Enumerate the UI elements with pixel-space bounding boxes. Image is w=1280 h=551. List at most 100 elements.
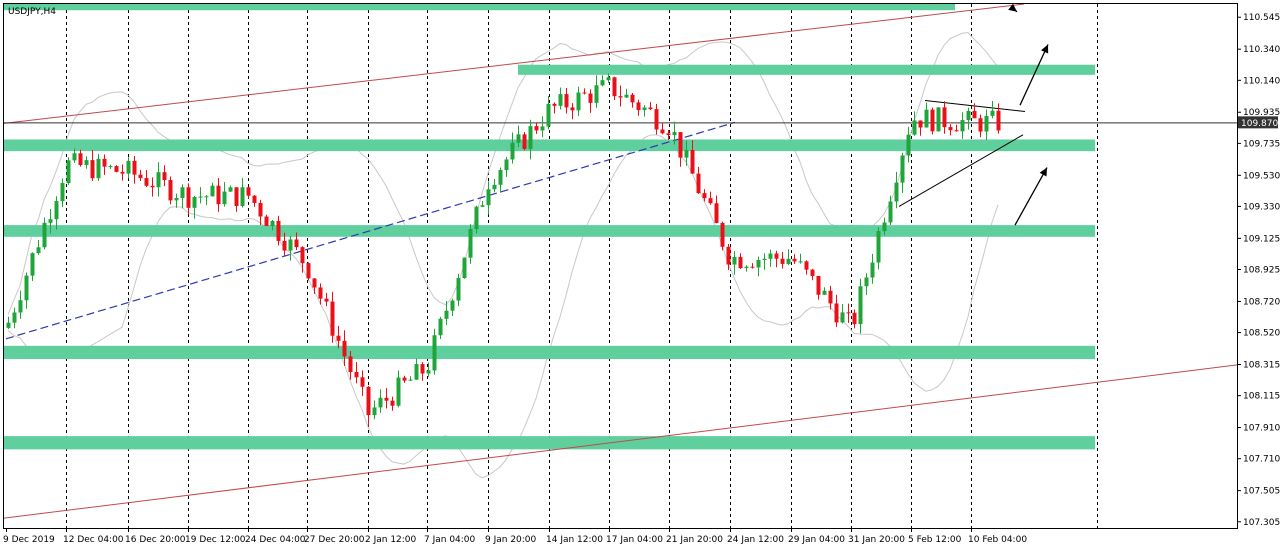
candle-body — [546, 103, 551, 127]
candle-body — [864, 277, 869, 287]
candle-body — [408, 379, 413, 381]
candle-body — [414, 364, 419, 380]
candle-body — [306, 263, 311, 279]
sr-zone — [4, 139, 1095, 152]
candle-body — [768, 253, 773, 259]
candle-body — [738, 257, 743, 269]
candle-body — [168, 180, 173, 201]
candle-body — [318, 287, 323, 299]
candle-body — [840, 312, 845, 323]
candle-body — [852, 312, 857, 325]
y-tick-label: 108.520 — [1243, 329, 1280, 339]
candle-body — [30, 253, 35, 276]
candle-body — [984, 115, 989, 132]
candle-body — [156, 172, 161, 188]
x-tick-label: 9 Dec 2019 — [3, 535, 55, 545]
candle-body — [828, 290, 833, 304]
y-tick-label: 109.330 — [1243, 202, 1280, 212]
candle-body — [606, 77, 611, 81]
candle-body — [744, 266, 749, 269]
candle-body — [636, 102, 641, 111]
candle-body — [750, 266, 755, 268]
candle-body — [348, 356, 353, 372]
candle-body — [966, 110, 971, 121]
candle-body — [96, 158, 101, 179]
candle-body — [870, 262, 875, 278]
candle-body — [252, 195, 257, 203]
candle-body — [180, 187, 185, 198]
candle-body — [564, 94, 569, 108]
y-tick-label: 110.340 — [1243, 45, 1280, 55]
sr-zone — [4, 4, 955, 11]
candle-body — [294, 239, 299, 248]
candle-body — [642, 107, 647, 111]
y-tick-label: 107.505 — [1243, 487, 1280, 497]
sr-zone — [4, 225, 1095, 237]
candle-body — [552, 103, 557, 106]
candle-body — [372, 407, 377, 416]
candle-body — [996, 110, 1001, 131]
candle-body — [84, 160, 89, 165]
candle-body — [732, 257, 737, 265]
candle-body — [528, 126, 533, 149]
x-tick-label: 7 Jan 04:00 — [424, 535, 476, 545]
candle-body — [342, 340, 347, 357]
sr-zone — [4, 436, 1095, 450]
symbol-label: USDJPY,H4 — [8, 7, 56, 17]
candle-body — [66, 160, 71, 184]
candle-body — [894, 182, 899, 202]
x-tick-label: 19 Dec 12:00 — [185, 535, 246, 545]
candle-body — [150, 185, 155, 188]
candle-body — [132, 160, 137, 175]
candle-body — [12, 312, 17, 323]
candle-body — [474, 206, 479, 230]
x-tick-label: 21 Jan 20:00 — [666, 535, 723, 545]
candle-body — [36, 247, 41, 254]
candle-body — [792, 258, 797, 262]
candle-body — [270, 220, 275, 226]
candle-body — [600, 80, 605, 86]
candle-body — [108, 166, 113, 168]
candle-body — [702, 193, 707, 199]
candle-body — [462, 257, 467, 279]
candle-body — [198, 196, 203, 198]
y-tick-label: 109.530 — [1243, 171, 1280, 181]
candle-body — [360, 377, 365, 387]
candle-body — [420, 364, 425, 374]
candle-body — [690, 150, 695, 174]
candle-body — [456, 278, 461, 301]
candle-body — [900, 155, 905, 183]
candle-body — [216, 185, 221, 205]
candle-body — [18, 300, 23, 313]
x-tick-label: 9 Jan 20:00 — [485, 535, 537, 545]
candle-body — [54, 201, 59, 220]
candle-body — [438, 318, 443, 336]
candle-body — [222, 191, 227, 205]
candle-body — [660, 129, 665, 134]
price-tag-label: 109.870 — [1241, 119, 1278, 129]
y-tick-label: 108.115 — [1243, 392, 1280, 402]
candle-body — [138, 174, 143, 179]
candle-body — [144, 178, 149, 186]
candle-body — [24, 275, 29, 301]
candle-body — [804, 261, 809, 270]
candle-body — [576, 92, 581, 111]
candle-body — [432, 335, 437, 371]
candle-body — [960, 120, 965, 132]
candle-body — [246, 187, 251, 196]
x-tick-label: 31 Jan 20:00 — [848, 535, 905, 545]
x-tick-label: 27 Dec 20:00 — [304, 535, 365, 545]
candle-body — [630, 94, 635, 103]
candle-body — [876, 231, 881, 263]
x-tick-label: 12 Dec 04:00 — [63, 535, 124, 545]
candle-body — [48, 219, 53, 223]
candle-body — [378, 397, 383, 408]
candle-body — [924, 109, 929, 128]
candle-body — [300, 247, 305, 264]
candle-body — [60, 183, 65, 202]
candle-body — [204, 196, 209, 198]
candle-body — [990, 110, 995, 116]
candle-body — [930, 109, 935, 132]
candle-body — [780, 258, 785, 264]
candle-body — [120, 171, 125, 174]
